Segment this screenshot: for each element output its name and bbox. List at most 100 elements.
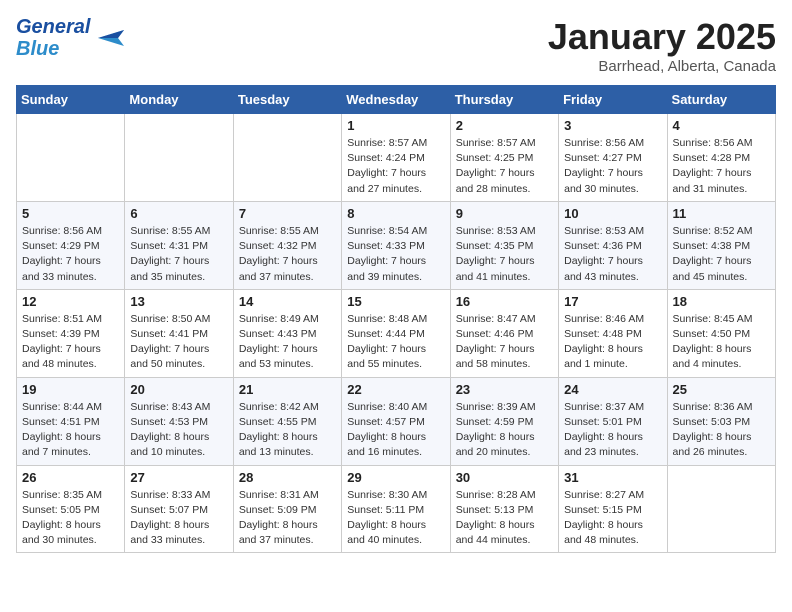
calendar-cell: 25Sunrise: 8:36 AM Sunset: 5:03 PM Dayli…: [667, 377, 775, 465]
day-number: 29: [347, 470, 444, 485]
calendar-cell: 17 Sunrise: 8:46 AM Sunset: 4:48 PM Dayli…: [559, 289, 667, 377]
calendar-cell: 30Sunrise: 8:28 AM Sunset: 5:13 PM Dayli…: [450, 465, 558, 553]
calendar-cell: 4 Sunrise: 8:56 AM Sunset: 4:28 PM Daylig…: [667, 114, 775, 202]
day-info: Sunrise: 8:54 AM Sunset: 4:33 PM Dayligh…: [347, 224, 444, 285]
day-info: Sunrise: 8:27 AM Sunset: 5:15 PM Dayligh…: [564, 488, 661, 549]
day-info: Sunrise: 8:56 AM Sunset: 4:27 PM Dayligh…: [564, 136, 661, 197]
day-number: 4: [673, 118, 770, 133]
day-number: 22: [347, 382, 444, 397]
day-number: 28: [239, 470, 336, 485]
day-info: Sunrise: 8:45 AM Sunset: 4:50 PM Dayligh…: [673, 312, 770, 373]
day-number: 11: [673, 206, 770, 221]
day-info: Sunrise: 8:57 AM Sunset: 4:25 PM Dayligh…: [456, 136, 553, 197]
day-number: 17: [564, 294, 661, 309]
calendar-cell: 3 Sunrise: 8:56 AM Sunset: 4:27 PM Daylig…: [559, 114, 667, 202]
day-of-week-header: Friday: [559, 86, 667, 114]
day-info: Sunrise: 8:36 AM Sunset: 5:03 PM Dayligh…: [673, 400, 770, 461]
calendar-cell: 14 Sunrise: 8:49 AM Sunset: 4:43 PM Dayli…: [233, 289, 341, 377]
calendar-week-row: 19 Sunrise: 8:44 AM Sunset: 4:51 PM Dayli…: [17, 377, 776, 465]
day-info: Sunrise: 8:35 AM Sunset: 5:05 PM Dayligh…: [22, 488, 119, 549]
day-number: 16: [456, 294, 553, 309]
calendar-cell: 2 Sunrise: 8:57 AM Sunset: 4:25 PM Daylig…: [450, 114, 558, 202]
logo-general: General: [16, 16, 90, 38]
day-of-week-header: Monday: [125, 86, 233, 114]
day-info: Sunrise: 8:40 AM Sunset: 4:57 PM Dayligh…: [347, 400, 444, 461]
day-number: 19: [22, 382, 119, 397]
day-info: Sunrise: 8:50 AM Sunset: 4:41 PM Dayligh…: [130, 312, 227, 373]
title-block: January 2025 Barrhead, Alberta, Canada: [548, 16, 776, 75]
calendar-cell: 22 Sunrise: 8:40 AM Sunset: 4:57 PM Dayli…: [342, 377, 450, 465]
day-of-week-header: Tuesday: [233, 86, 341, 114]
day-info: Sunrise: 8:42 AM Sunset: 4:55 PM Dayligh…: [239, 400, 336, 461]
day-number: 13: [130, 294, 227, 309]
day-info: Sunrise: 8:55 AM Sunset: 4:32 PM Dayligh…: [239, 224, 336, 285]
calendar-cell: [125, 114, 233, 202]
day-info: Sunrise: 8:52 AM Sunset: 4:38 PM Dayligh…: [673, 224, 770, 285]
calendar-cell: 20Sunrise: 8:43 AM Sunset: 4:53 PM Dayli…: [125, 377, 233, 465]
day-number: 14: [239, 294, 336, 309]
logo-plane-icon: [96, 27, 126, 49]
day-info: Sunrise: 8:53 AM Sunset: 4:36 PM Dayligh…: [564, 224, 661, 285]
page-header: General Blue January 2025 Barrhead, Albe…: [16, 16, 776, 75]
day-number: 15: [347, 294, 444, 309]
calendar-cell: 29 Sunrise: 8:30 AM Sunset: 5:11 PM Dayli…: [342, 465, 450, 553]
day-of-week-header: Saturday: [667, 86, 775, 114]
day-info: Sunrise: 8:28 AM Sunset: 5:13 PM Dayligh…: [456, 488, 553, 549]
calendar-cell: 7 Sunrise: 8:55 AM Sunset: 4:32 PM Daylig…: [233, 201, 341, 289]
day-info: Sunrise: 8:51 AM Sunset: 4:39 PM Dayligh…: [22, 312, 119, 373]
calendar-cell: 9 Sunrise: 8:53 AM Sunset: 4:35 PM Daylig…: [450, 201, 558, 289]
day-number: 18: [673, 294, 770, 309]
day-number: 27: [130, 470, 227, 485]
day-info: Sunrise: 8:39 AM Sunset: 4:59 PM Dayligh…: [456, 400, 553, 461]
calendar-cell: 27Sunrise: 8:33 AM Sunset: 5:07 PM Dayli…: [125, 465, 233, 553]
calendar-cell: 26 Sunrise: 8:35 AM Sunset: 5:05 PM Dayli…: [17, 465, 125, 553]
calendar-cell: 6 Sunrise: 8:55 AM Sunset: 4:31 PM Daylig…: [125, 201, 233, 289]
location: Barrhead, Alberta, Canada: [548, 58, 776, 75]
calendar-cell: 1Sunrise: 8:57 AM Sunset: 4:24 PM Daylig…: [342, 114, 450, 202]
day-info: Sunrise: 8:30 AM Sunset: 5:11 PM Dayligh…: [347, 488, 444, 549]
calendar-header-row: SundayMondayTuesdayWednesdayThursdayFrid…: [17, 86, 776, 114]
day-number: 2: [456, 118, 553, 133]
day-number: 21: [239, 382, 336, 397]
calendar-cell: 12 Sunrise: 8:51 AM Sunset: 4:39 PM Dayli…: [17, 289, 125, 377]
day-number: 5: [22, 206, 119, 221]
day-of-week-header: Sunday: [17, 86, 125, 114]
day-info: Sunrise: 8:44 AM Sunset: 4:51 PM Dayligh…: [22, 400, 119, 461]
day-info: Sunrise: 8:47 AM Sunset: 4:46 PM Dayligh…: [456, 312, 553, 373]
day-info: Sunrise: 8:53 AM Sunset: 4:35 PM Dayligh…: [456, 224, 553, 285]
day-info: Sunrise: 8:56 AM Sunset: 4:28 PM Dayligh…: [673, 136, 770, 197]
day-number: 12: [22, 294, 119, 309]
day-number: 9: [456, 206, 553, 221]
day-number: 6: [130, 206, 227, 221]
calendar-week-row: 1Sunrise: 8:57 AM Sunset: 4:24 PM Daylig…: [17, 114, 776, 202]
day-info: Sunrise: 8:46 AM Sunset: 4:48 PM Dayligh…: [564, 312, 661, 373]
calendar-cell: 10 Sunrise: 8:53 AM Sunset: 4:36 PM Dayli…: [559, 201, 667, 289]
logo: General Blue: [16, 16, 126, 60]
day-info: Sunrise: 8:56 AM Sunset: 4:29 PM Dayligh…: [22, 224, 119, 285]
day-number: 31: [564, 470, 661, 485]
calendar-cell: 23 Sunrise: 8:39 AM Sunset: 4:59 PM Dayli…: [450, 377, 558, 465]
day-number: 7: [239, 206, 336, 221]
day-number: 23: [456, 382, 553, 397]
day-info: Sunrise: 8:55 AM Sunset: 4:31 PM Dayligh…: [130, 224, 227, 285]
calendar-cell: 15 Sunrise: 8:48 AM Sunset: 4:44 PM Dayli…: [342, 289, 450, 377]
day-info: Sunrise: 8:31 AM Sunset: 5:09 PM Dayligh…: [239, 488, 336, 549]
calendar-cell: [17, 114, 125, 202]
calendar-cell: 28 Sunrise: 8:31 AM Sunset: 5:09 PM Dayli…: [233, 465, 341, 553]
day-number: 8: [347, 206, 444, 221]
day-number: 3: [564, 118, 661, 133]
calendar-cell: 16 Sunrise: 8:47 AM Sunset: 4:46 PM Dayli…: [450, 289, 558, 377]
day-of-week-header: Thursday: [450, 86, 558, 114]
calendar-cell: [233, 114, 341, 202]
calendar-cell: 11 Sunrise: 8:52 AM Sunset: 4:38 PM Dayli…: [667, 201, 775, 289]
calendar-cell: 8 Sunrise: 8:54 AM Sunset: 4:33 PM Daylig…: [342, 201, 450, 289]
day-info: Sunrise: 8:49 AM Sunset: 4:43 PM Dayligh…: [239, 312, 336, 373]
day-number: 1: [347, 118, 444, 133]
day-number: 26: [22, 470, 119, 485]
calendar-table: SundayMondayTuesdayWednesdayThursdayFrid…: [16, 85, 776, 553]
calendar-week-row: 26 Sunrise: 8:35 AM Sunset: 5:05 PM Dayli…: [17, 465, 776, 553]
day-info: Sunrise: 8:48 AM Sunset: 4:44 PM Dayligh…: [347, 312, 444, 373]
day-number: 24: [564, 382, 661, 397]
day-number: 10: [564, 206, 661, 221]
calendar-week-row: 12 Sunrise: 8:51 AM Sunset: 4:39 PM Dayli…: [17, 289, 776, 377]
